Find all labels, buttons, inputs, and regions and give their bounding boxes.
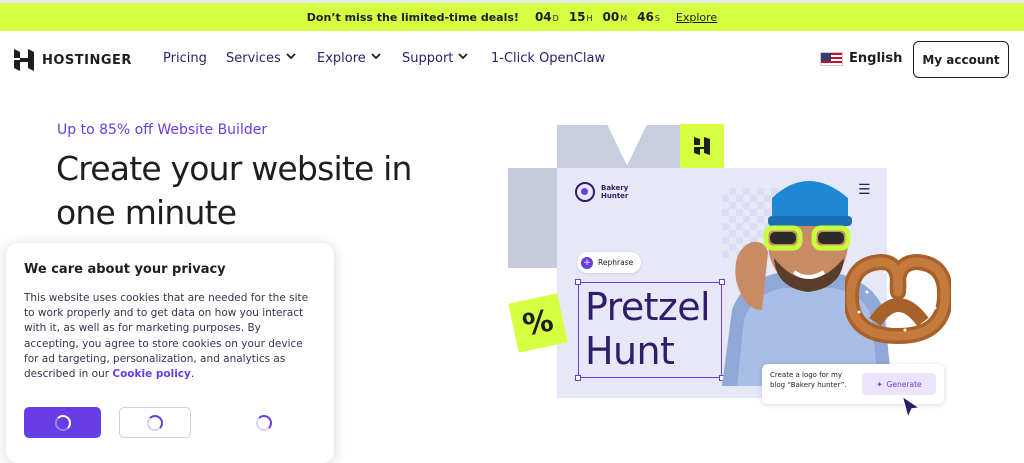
nav-item-openclaw[interactable]: 1-Click OpenClaw <box>491 51 605 66</box>
loading-spinner-icon <box>147 414 163 431</box>
bakery-logo-icon <box>575 182 595 202</box>
cookie-policy-link[interactable]: Cookie policy <box>112 368 191 380</box>
bakery-hunter-logo: Bakery Hunter <box>575 182 628 202</box>
nav-item-services[interactable]: Services <box>226 51 317 66</box>
resize-handle <box>575 375 581 381</box>
plus-icon: + <box>581 256 593 269</box>
language-selector[interactable]: English <box>820 51 902 66</box>
language-label: English <box>849 51 903 66</box>
countdown-seconds: 46S <box>637 10 660 24</box>
us-flag-icon <box>820 51 843 66</box>
hero-title: Create your website in one minute <box>56 149 412 232</box>
promo-text: Don’t miss the limited-time deals! <box>306 10 519 24</box>
nav-menu: Pricing Services Explore Support 1-Click… <box>163 51 605 66</box>
chevron-down-icon <box>286 52 296 63</box>
cursor-arrow-icon <box>900 394 922 420</box>
pretzel-hunt-headline: Pretzel Hunt <box>575 279 725 381</box>
countdown-timer: 04D 15H 00M 46S <box>535 10 660 24</box>
hero-kicker: Up to 85% off Website Builder <box>57 122 268 138</box>
cookie-body: This website uses cookies that are neede… <box>24 292 309 381</box>
cookie-settings-button[interactable] <box>119 407 191 438</box>
countdown-days: 04D <box>534 10 559 24</box>
hostinger-logo-icon <box>14 49 34 71</box>
loading-spinner-icon <box>54 414 71 431</box>
resize-handle <box>575 279 581 285</box>
pretzel-image <box>845 254 951 344</box>
hostinger-badge-icon <box>680 124 724 168</box>
prompt-text: Create a logo for my blog “Bakery hunter… <box>770 371 847 389</box>
hero-illustration: Bakery Hunter ☰ + Rephrase % Pretzel Hunt <box>500 120 960 420</box>
promo-explore-link[interactable]: Explore <box>676 11 717 24</box>
cookie-title: We care about your privacy <box>24 262 226 277</box>
countdown-minutes: 00M <box>602 10 628 24</box>
rephrase-chip: + Rephrase <box>577 252 642 273</box>
percent-badge: % <box>508 293 568 353</box>
countdown-hours: 15H <box>568 10 593 24</box>
nav-item-pricing[interactable]: Pricing <box>163 51 226 66</box>
promo-banner: Don’t miss the limited-time deals! 04D 1… <box>0 0 1024 31</box>
cookie-consent-dialog: We care about your privacy This website … <box>6 243 334 463</box>
chevron-down-icon <box>458 52 469 63</box>
sparkle-icon: ✦ <box>876 379 883 389</box>
hostinger-logo[interactable]: HOSTINGER <box>14 49 132 71</box>
accept-cookies-button[interactable] <box>24 407 101 438</box>
chevron-down-icon <box>371 52 381 63</box>
decline-cookies-button[interactable] <box>236 407 292 438</box>
nav-item-explore[interactable]: Explore <box>317 51 402 66</box>
main-navigation: HOSTINGER Pricing Services Explore Suppo… <box>0 31 1024 89</box>
generate-button: ✦ Generate <box>862 373 936 395</box>
nav-item-support[interactable]: Support <box>402 51 491 66</box>
brand-name: HOSTINGER <box>42 52 132 68</box>
loading-spinner-icon <box>256 414 272 431</box>
my-account-button[interactable]: My account <box>913 41 1009 78</box>
